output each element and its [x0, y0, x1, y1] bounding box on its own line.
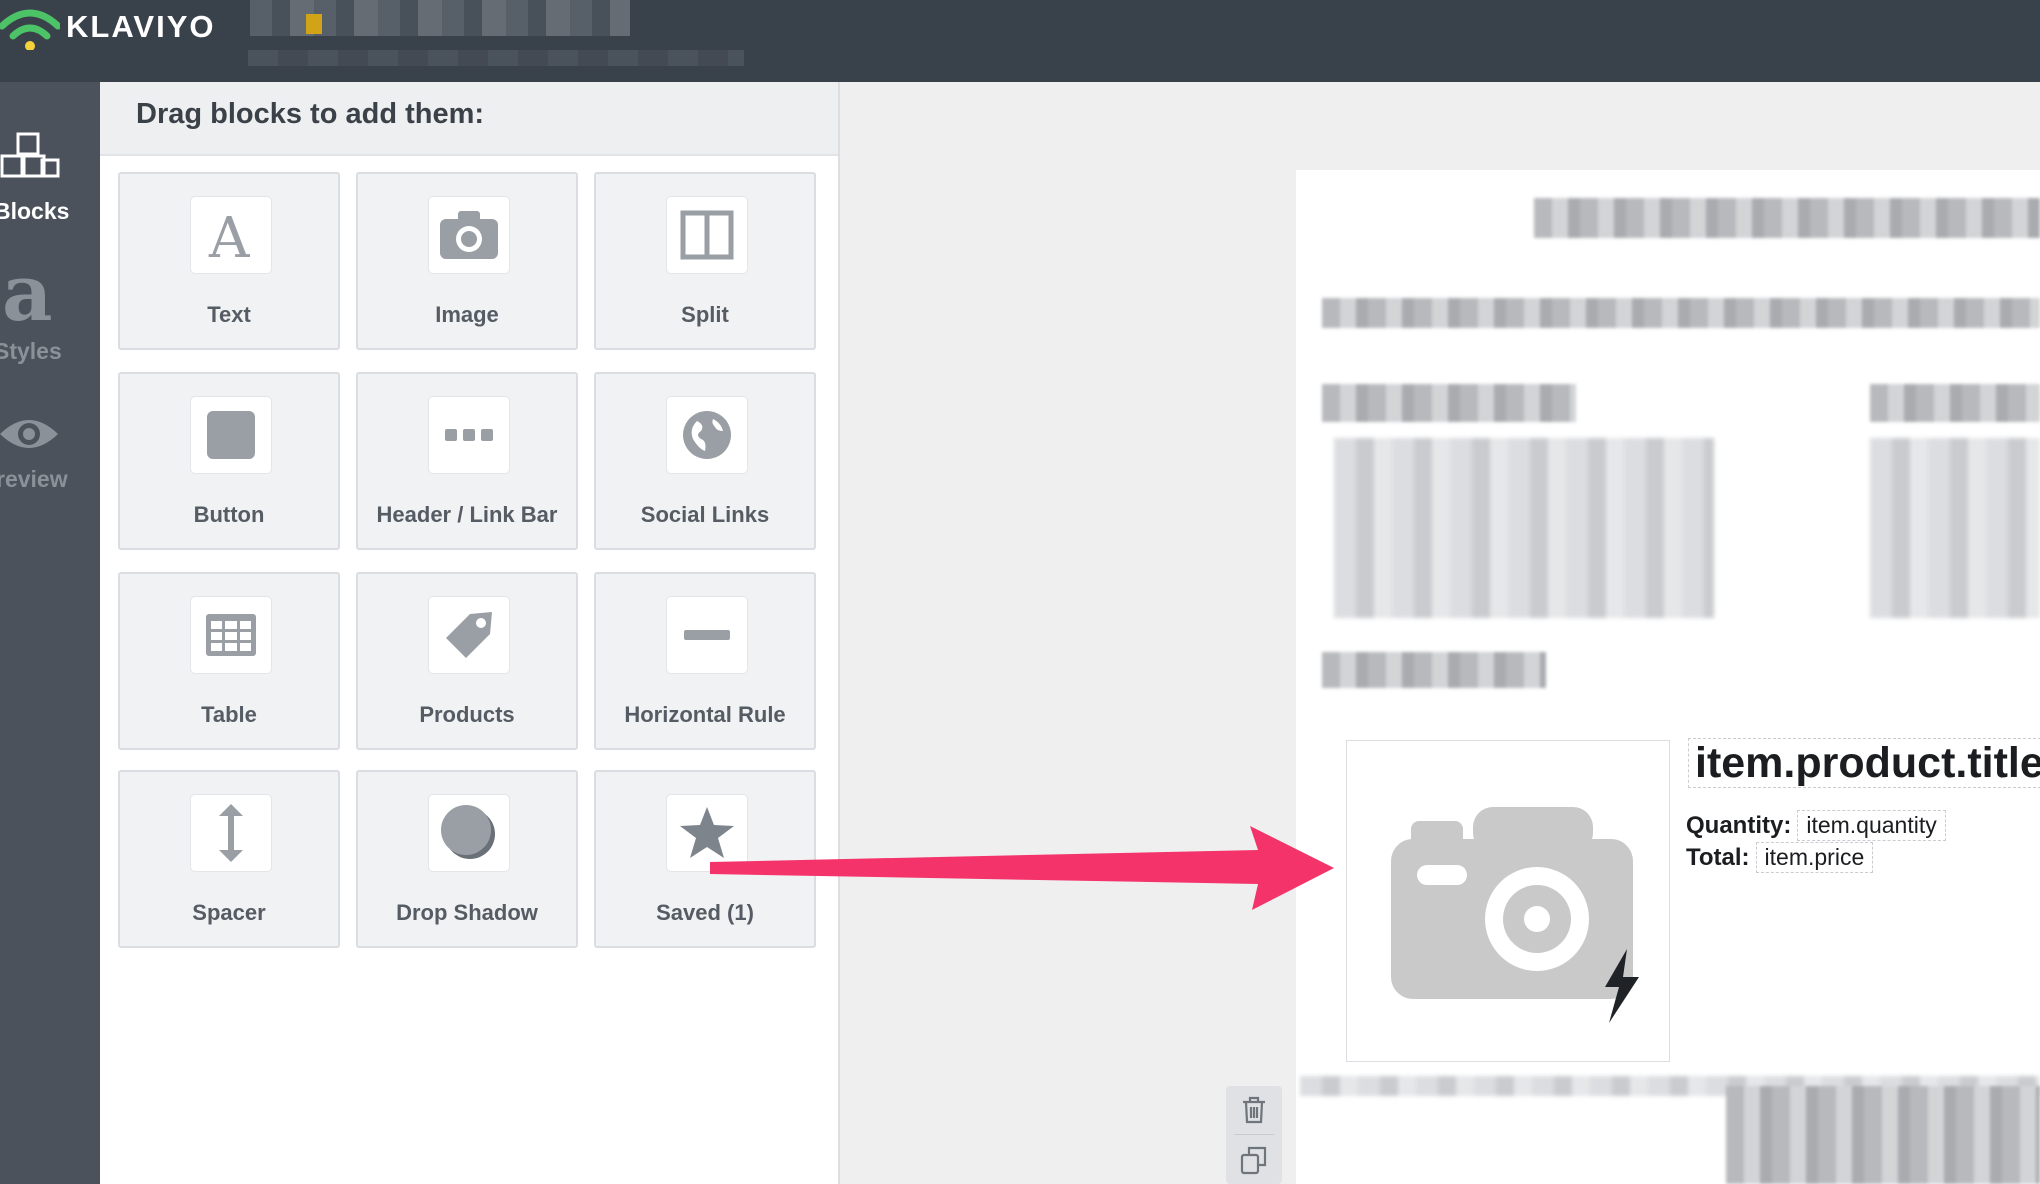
- block-label: Social Links: [640, 502, 770, 527]
- dots-icon: [428, 396, 510, 474]
- toolbar-divider: [1234, 1134, 1274, 1135]
- block-label: Spacer: [192, 900, 266, 925]
- block-label: Image: [435, 302, 499, 327]
- rail-styles-label: Styles: [0, 338, 62, 364]
- klaviyo-logo[interactable]: KLAVIYO: [0, 4, 216, 50]
- block-label: Drop Shadow: [396, 900, 538, 925]
- block-products[interactable]: Products: [356, 572, 578, 750]
- redacted-badge: [306, 14, 322, 34]
- trash-icon: [1243, 1096, 1265, 1124]
- top-bar: KLAVIYO: [0, 0, 2040, 82]
- rail-item-blocks[interactable]: Blocks: [0, 132, 100, 252]
- tag-icon: [428, 596, 510, 674]
- total-tag[interactable]: item.price: [1755, 842, 1874, 873]
- block-label: Saved (1): [656, 900, 754, 925]
- block-text[interactable]: A Text: [118, 172, 340, 350]
- block-label: Table: [201, 702, 257, 727]
- block-table[interactable]: Table: [118, 572, 340, 750]
- spacer-icon: [190, 794, 272, 872]
- redacted-subtitle: [248, 50, 744, 66]
- shadow-icon: [428, 794, 510, 872]
- block-label: Split: [681, 302, 729, 327]
- button-icon: [190, 396, 272, 474]
- total-label: Total:: [1686, 844, 1750, 871]
- panel-title: Drag blocks to add them:: [136, 98, 485, 130]
- styles-icon: a: [2, 262, 53, 326]
- block-label: Products: [419, 702, 515, 727]
- redacted-address-title-left: [1322, 384, 1576, 422]
- redacted-intro: [1322, 298, 2040, 328]
- svg-text:A: A: [208, 207, 250, 263]
- block-horizontal-rule[interactable]: Horizontal Rule: [594, 572, 816, 750]
- block-saved[interactable]: Saved (1): [594, 770, 816, 948]
- quantity-tag[interactable]: item.quantity: [1797, 810, 1946, 841]
- redacted-footer-block: [1726, 1086, 2040, 1184]
- block-toolbar: [1226, 1086, 1282, 1184]
- block-label: Text: [207, 302, 251, 327]
- block-split[interactable]: Split: [594, 172, 816, 350]
- table-icon: [190, 596, 272, 674]
- block-image[interactable]: Image: [356, 172, 578, 350]
- product-title-tag[interactable]: item.product.title: [1688, 738, 2040, 788]
- redacted-address-title-right: [1870, 384, 2040, 422]
- star-icon: [666, 794, 748, 872]
- product-total-line: Total: item.price: [1686, 842, 1874, 873]
- blocks-icon: [0, 132, 60, 178]
- camera-placeholder-icon: [1391, 807, 1639, 1023]
- rule-icon: [666, 596, 748, 674]
- split-icon: [666, 196, 748, 274]
- block-header-link-bar[interactable]: Header / Link Bar: [356, 372, 578, 550]
- left-rail: Blocks a Styles review: [0, 82, 100, 1184]
- redacted-heading: [1534, 198, 2040, 238]
- duplicate-block-button[interactable]: [1226, 1136, 1282, 1184]
- redacted-section-title: [1322, 652, 1546, 688]
- rail-item-preview[interactable]: review: [0, 412, 100, 532]
- block-label: Button: [193, 502, 265, 527]
- globe-icon: [666, 396, 748, 474]
- product-quantity-line: Quantity: item.quantity: [1686, 810, 1946, 841]
- rail-preview-label: review: [0, 466, 68, 492]
- quantity-label: Quantity:: [1686, 812, 1792, 839]
- camera-icon: [428, 196, 510, 274]
- blocks-panel: Drag blocks to add them: A Text Image Sp…: [100, 82, 840, 1184]
- block-label: Header / Link Bar: [376, 502, 558, 527]
- text-icon: A: [190, 196, 272, 274]
- redacted-address-left: [1334, 438, 1714, 618]
- delete-block-button[interactable]: [1226, 1086, 1282, 1134]
- product-image-placeholder[interactable]: [1346, 740, 1670, 1062]
- block-button[interactable]: Button: [118, 372, 340, 550]
- block-label: Horizontal Rule: [624, 702, 786, 727]
- block-spacer[interactable]: Spacer: [118, 770, 340, 948]
- svg-text:a: a: [2, 262, 53, 326]
- eye-icon: [0, 420, 58, 448]
- block-social-links[interactable]: Social Links: [594, 372, 816, 550]
- redacted-address-right: [1870, 438, 2040, 618]
- wifi-logo-icon: [0, 9, 60, 50]
- rail-item-styles[interactable]: a Styles: [0, 262, 100, 382]
- brand-name: KLAVIYO: [66, 9, 216, 44]
- rail-blocks-label: Blocks: [0, 198, 70, 224]
- block-drop-shadow[interactable]: Drop Shadow: [356, 770, 578, 948]
- panel-header: Drag blocks to add them:: [100, 82, 838, 156]
- duplicate-icon: [1240, 1146, 1267, 1175]
